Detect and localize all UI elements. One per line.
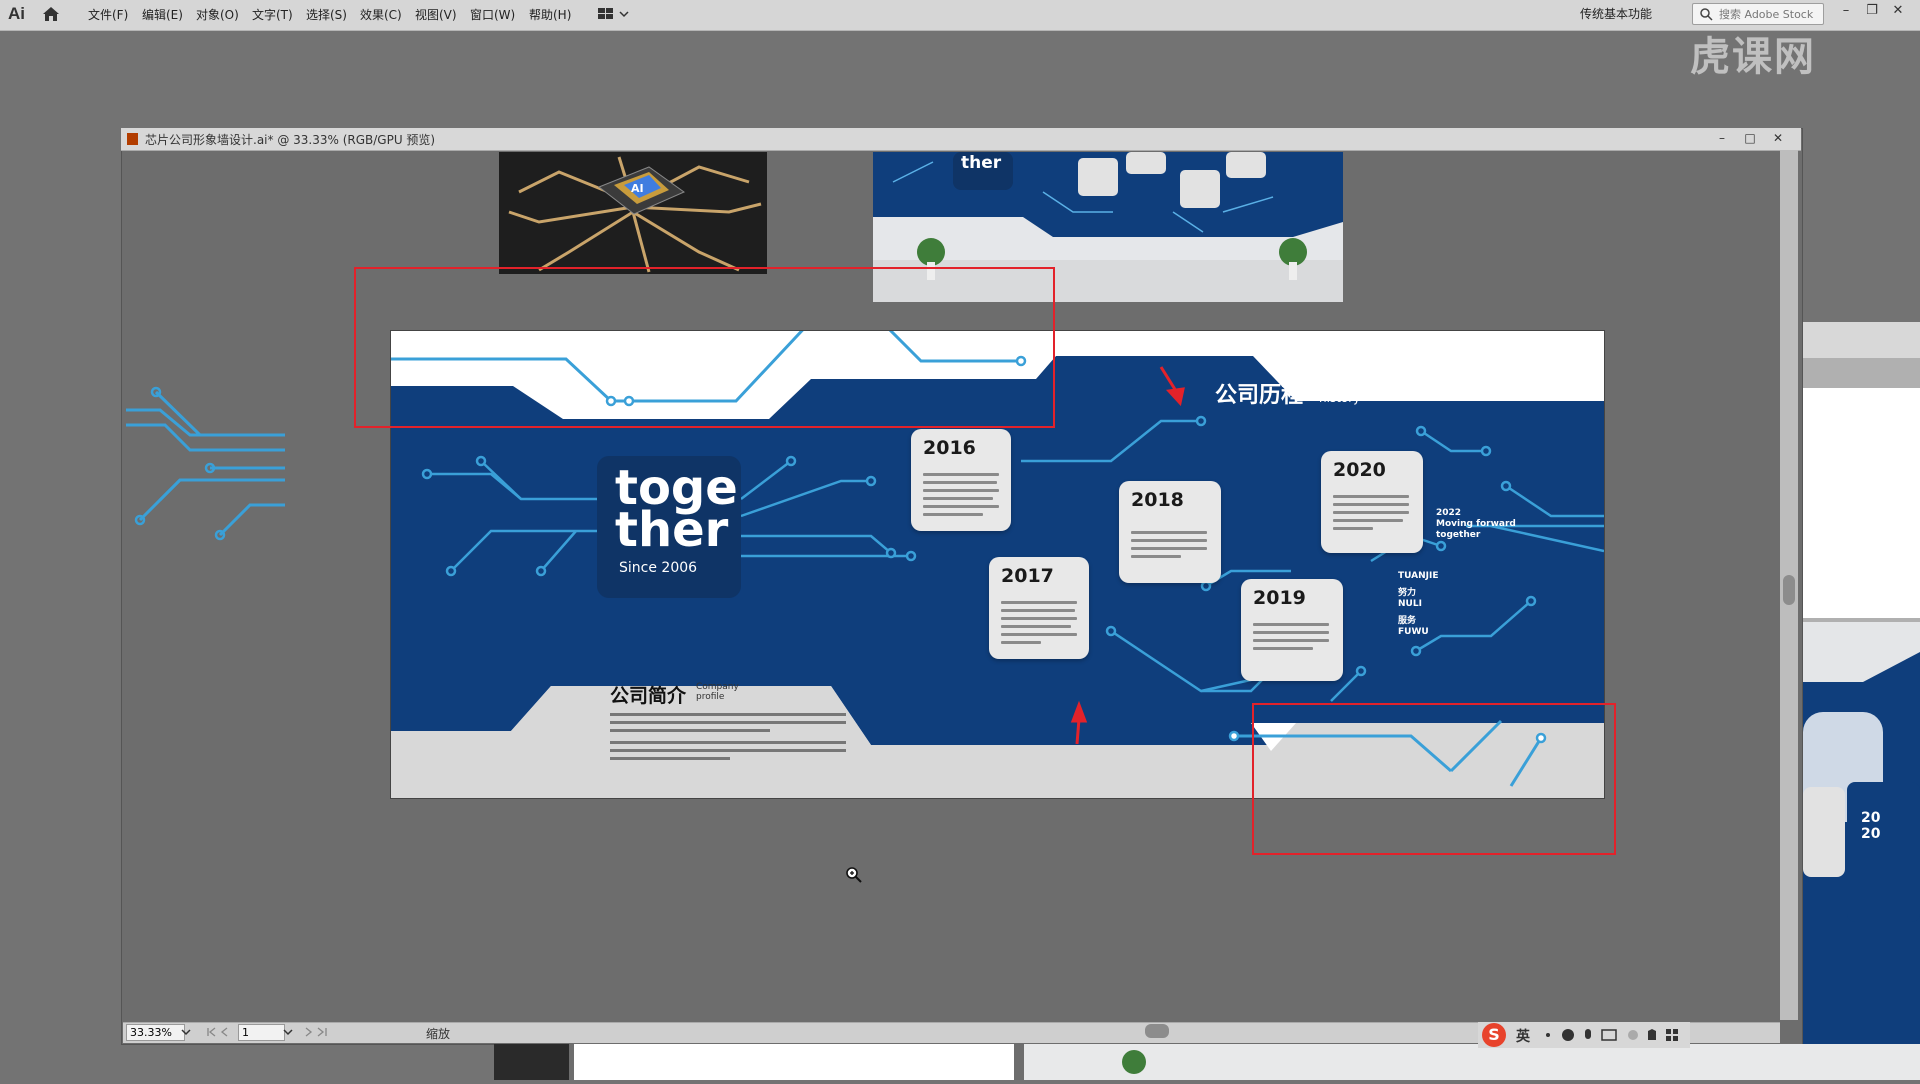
offscreen-artwork-panel: 20 20 [1803,322,1920,1082]
chip-image[interactable]: AI [499,152,767,274]
zoom-dropdown-icon[interactable] [180,1026,192,1038]
minimize-icon[interactable]: – [1834,2,1858,22]
panel-year-top: 20 [1861,810,1881,826]
annotation-box-top [354,267,1055,428]
app-logo: Ai [8,4,25,23]
history-subtitle-2: history [1319,391,1361,405]
doc-minimize-icon[interactable]: – [1710,128,1734,148]
slogan-item: FUWU [1398,627,1429,637]
restore-icon[interactable]: ❐ [1860,2,1884,22]
year-label: 2016 [923,437,976,459]
menu-file[interactable]: 文件(F) [88,6,128,23]
year-card-2018: 2018 [1119,481,1221,583]
since-label: Since 2006 [619,560,698,576]
next-last-artboard-icon[interactable] [298,1026,328,1038]
profile-title: 公司简介 [610,685,687,707]
menu-type[interactable]: 文字(T) [252,6,293,23]
menu-effect[interactable]: 效果(C) [360,6,402,23]
year-label: 2017 [1001,565,1054,587]
menu-object[interactable]: 对象(O) [196,6,239,23]
together-line2: ther [615,502,729,558]
menu-window[interactable]: 窗口(W) [470,6,515,23]
slogan-item: TUANJIE [1398,571,1439,581]
menu-view[interactable]: 视图(V) [415,6,457,23]
horizontal-scroll-thumb[interactable] [1145,1024,1169,1038]
first-prev-artboard-icon[interactable] [205,1026,235,1038]
slogan-item: NULI [1398,599,1422,609]
year-card-2016: 2016 [911,429,1011,531]
close-icon[interactable]: ✕ [1886,2,1910,22]
search-icon [1700,8,1713,21]
year-label: 2018 [1131,489,1184,511]
menu-edit[interactable]: 编辑(E) [142,6,183,23]
year-card-2017: 2017 [989,557,1089,659]
stock-search-input[interactable]: 搜索 Adobe Stock [1692,3,1824,25]
offscreen-artwork-strip [494,1044,1920,1080]
home-icon[interactable] [42,6,60,22]
doc-restore-icon[interactable]: □ [1738,128,1762,148]
artboard-dropdown-icon[interactable] [282,1026,294,1038]
year-label: 2019 [1253,587,1306,609]
ime-tool-icons[interactable] [1538,1027,1688,1043]
artboard-number-field[interactable]: 1 [238,1024,285,1041]
history-subtitle-1: Company [1319,377,1377,391]
ime-language-toggle[interactable]: 英 [1516,1026,1530,1046]
year-card-2020: 2020 [1321,451,1423,553]
year-card-2019: 2019 [1241,579,1343,681]
year-label: 2020 [1333,459,1386,481]
document-file-icon [127,133,138,145]
profile-subtitle-2: profile [696,692,725,702]
menu-help[interactable]: 帮助(H) [529,6,571,23]
vertical-scroll-thumb[interactable] [1783,575,1795,605]
history-title: 公司历程 [1215,383,1304,408]
profile-text-line [610,721,846,724]
document-tab-title[interactable]: 芯片公司形象墙设计.ai* @ 33.33% (RGB/GPU 预览) [145,131,435,148]
ime-logo-icon[interactable]: S [1482,1023,1506,1047]
panel-year-bottom: 20 [1861,826,1881,842]
circuit-decoration [126,386,285,541]
profile-text-line [610,757,730,760]
moving-forward-label: 2022 Moving forward together [1436,508,1516,540]
zoom-level-field[interactable]: 33.33% [126,1024,185,1041]
wall-thumb-ther: ther [961,153,1002,173]
search-placeholder: 搜索 Adobe Stock [1719,8,1814,21]
together-logo-box: toge ther Since 2006 [597,456,741,598]
arrange-documents-icon[interactable] [596,5,632,23]
profile-text-line [610,729,770,732]
profile-text-line [610,749,846,752]
slogan-item: 服务 [1398,616,1417,626]
menu-select[interactable]: 选择(S) [306,6,347,23]
workspace-switcher[interactable]: 传统基本功能 [1580,5,1652,22]
watermark-logo: 虎课网 [1690,34,1816,80]
annotation-box-bottom [1252,703,1616,855]
zoom-cursor-icon [846,867,862,883]
profile-subtitle-1: Company [696,682,739,692]
profile-text-line [610,741,846,744]
profile-text-line [610,713,846,716]
chip-ai-label: AI [631,182,644,195]
status-tool-label: 缩放 [426,1027,451,1041]
slogan-item: 努力 [1398,588,1417,598]
doc-close-icon[interactable]: ✕ [1766,128,1790,148]
